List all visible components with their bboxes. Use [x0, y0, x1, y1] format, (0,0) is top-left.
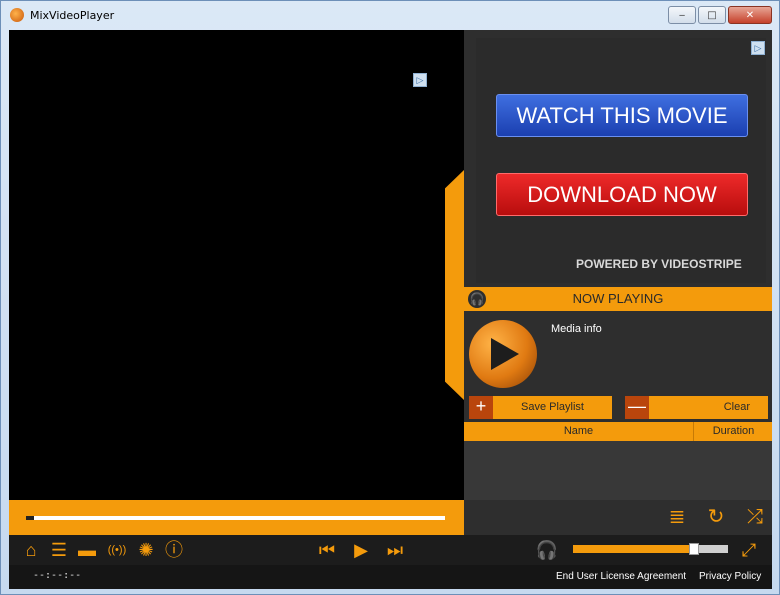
volume-knob[interactable]: [688, 543, 699, 555]
minimize-button[interactable]: ‒: [668, 6, 696, 24]
now-playing-header: NOW PLAYING 🎧: [464, 287, 772, 311]
broadcast-icon[interactable]: ((•)): [105, 538, 129, 562]
privacy-policy-link[interactable]: Privacy Policy: [699, 571, 761, 582]
watch-movie-ad-button[interactable]: WATCH THIS MOVIE: [496, 94, 748, 137]
ad-powered-by: POWERED BY VIDEOSTRIPE: [576, 257, 742, 271]
play-icon[interactable]: ▶: [349, 538, 373, 562]
remove-icon: —: [625, 396, 649, 419]
ad-banner[interactable]: ▷ WATCH THIS MOVIE DOWNLOAD NOW POWERED …: [476, 38, 766, 283]
now-playing-title: NOW PLAYING: [572, 291, 664, 306]
title-bar[interactable]: MixVideoPlayer ‒ □ ✕: [1, 1, 779, 29]
playlist-column-headers: Name Duration: [464, 422, 772, 441]
seek-progress: [26, 516, 35, 520]
playlist-actions: ≣ ↻ ⤮: [464, 500, 772, 535]
next-icon[interactable]: ⏭: [383, 538, 407, 562]
seek-slider[interactable]: [26, 516, 445, 520]
window-controls: ‒ □ ✕: [668, 6, 772, 24]
save-playlist-label: Save Playlist: [521, 401, 584, 413]
info-icon[interactable]: ⓘ: [162, 538, 186, 562]
volume-level: [573, 545, 694, 553]
folder-icon[interactable]: ▬: [75, 538, 99, 562]
seek-bar-panel: [9, 500, 464, 535]
column-header-duration[interactable]: Duration: [695, 422, 772, 441]
fullscreen-icon[interactable]: ⤢: [737, 538, 761, 562]
playlist-sort-icon[interactable]: ≣: [664, 505, 690, 529]
headphones-icon: 🎧: [468, 290, 486, 308]
previous-icon[interactable]: ⏮: [315, 538, 339, 562]
repeat-icon[interactable]: ↻: [703, 505, 729, 529]
playlist-icon[interactable]: ☰: [47, 538, 71, 562]
ad-choices-icon[interactable]: ▷: [751, 41, 765, 55]
shuffle-icon[interactable]: ⤮: [742, 505, 768, 529]
window-title: MixVideoPlayer: [30, 9, 115, 22]
panel-toggle-tab[interactable]: [445, 170, 464, 400]
playlist-list[interactable]: [464, 441, 772, 500]
maximize-icon: □: [707, 9, 717, 21]
ad-choices-icon[interactable]: ▷: [413, 73, 427, 87]
clear-playlist-label: Clear: [723, 401, 750, 413]
side-panel: ▷ WATCH THIS MOVIE DOWNLOAD NOW POWERED …: [464, 30, 772, 535]
clear-playlist-button[interactable]: — Clear: [625, 396, 768, 419]
volume-headphones-icon[interactable]: 🎧: [535, 538, 559, 562]
column-header-name[interactable]: Name: [464, 422, 694, 441]
control-bar: ⌂ ☰ ▬ ((•)) ✺ ⓘ ⏮ ▶ ⏭ 🎧 ⤢: [9, 535, 772, 565]
media-info-label: Media info: [551, 323, 602, 335]
settings-icon[interactable]: ✺: [134, 538, 158, 562]
media-artwork-logo: [469, 320, 537, 388]
close-icon: ✕: [745, 9, 755, 21]
download-now-ad-button[interactable]: DOWNLOAD NOW: [496, 173, 748, 216]
video-viewport[interactable]: ▷: [9, 30, 464, 500]
minimize-icon: ‒: [678, 9, 686, 21]
home-icon[interactable]: ⌂: [19, 538, 43, 562]
eula-link[interactable]: End User License Agreement: [556, 571, 686, 582]
play-logo-icon: [491, 338, 519, 370]
save-playlist-button[interactable]: + Save Playlist: [469, 396, 612, 419]
player-client-area: ▷ ▷ WATCH THIS MOVIE DOWNLOAD NOW POWERE…: [9, 30, 772, 589]
add-icon: +: [469, 396, 493, 419]
app-window: MixVideoPlayer ‒ □ ✕ ▷ ▷ WATCH THIS MOVI…: [0, 0, 780, 595]
status-bar: --:--:-- End User License Agreement Priv…: [9, 565, 772, 589]
time-display: --:--:--: [33, 570, 82, 581]
volume-slider[interactable]: [573, 543, 728, 555]
maximize-button[interactable]: □: [698, 6, 726, 24]
close-button[interactable]: ✕: [728, 6, 772, 24]
app-logo-icon: [10, 8, 24, 22]
